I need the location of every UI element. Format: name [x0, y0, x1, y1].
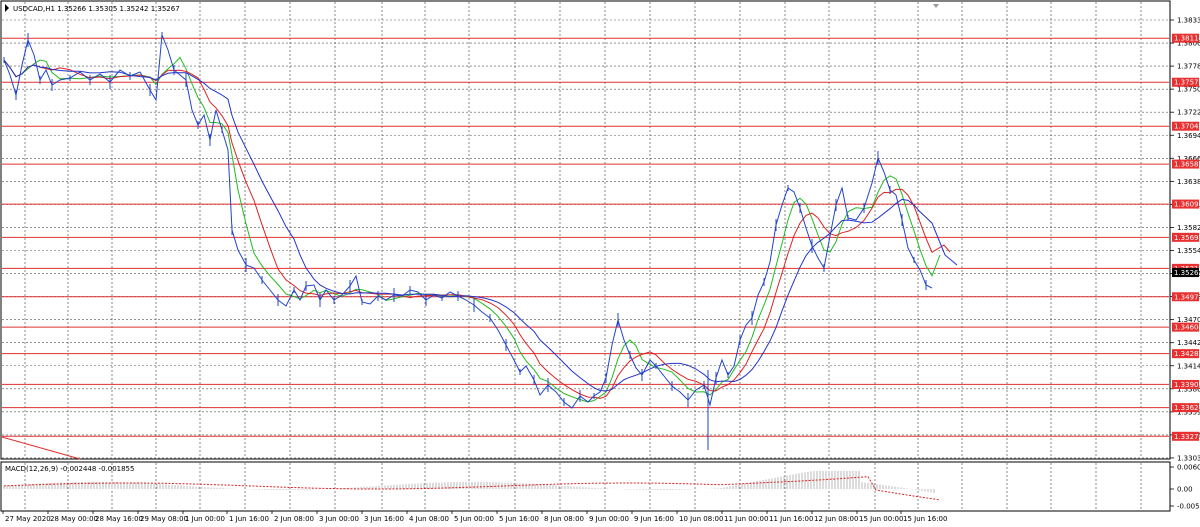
time-label: 28 May 00:00 [50, 515, 98, 523]
scale-label: 1.33030 [1177, 454, 1200, 462]
time-axis[interactable]: 27 May 2020 28 May 00:0028 May 16:0029 Ma… [2, 511, 947, 523]
scale-label: 1.38335 [1177, 17, 1200, 25]
time-label: 10 Jun 08:00 [679, 515, 723, 523]
level-label: 1.38114 [1174, 35, 1200, 43]
scale-label: 1.35825 [1177, 224, 1200, 232]
level-label: 1.33908 [1174, 381, 1200, 389]
macd-scale-label: 0.00 [1177, 486, 1193, 494]
chart-header: USDCAD,H1 1.35266 1.35305 1.35242 1.3526… [5, 4, 180, 13]
scale-label: 1.36940 [1177, 132, 1200, 140]
level-label: 1.34282 [1174, 350, 1200, 358]
level-label: 1.35695 [1174, 234, 1200, 242]
scale-label: 1.34425 [1177, 339, 1200, 347]
level-label: 1.33278 [1174, 433, 1200, 441]
scale-label: 1.34145 [1177, 362, 1200, 370]
time-label: 5 Jun 00:00 [454, 515, 494, 523]
time-label: 4 Jun 08:00 [409, 515, 449, 523]
time-label: 9 Jun 00:00 [589, 515, 629, 523]
level-label: 1.34973 [1174, 293, 1200, 301]
macd-header: MACD(12,26,9) -0.002448 -0.001855 [5, 465, 134, 473]
scale-label: 1.35545 [1177, 247, 1200, 255]
time-label: 9 Jun 16:00 [634, 515, 674, 523]
time-label: 11 Jun 16:00 [769, 515, 813, 523]
time-label: 3 Jun 00:00 [319, 515, 359, 523]
macd-panel[interactable] [0, 461, 1171, 512]
time-label: 2 Jun 08:00 [274, 515, 314, 523]
symbol-quote: USDCAD,H1 1.35266 1.35305 1.35242 1.3526… [13, 5, 180, 13]
time-label: 29 May 08:00 [140, 515, 188, 523]
time-label: 27 May 2020 [5, 515, 51, 523]
main-chart-panel[interactable] [0, 0, 1171, 460]
time-label: 1 Jun 00:00 [185, 515, 225, 523]
scale-label: 1.36380 [1177, 178, 1200, 186]
time-label: 3 Jun 16:00 [364, 515, 404, 523]
time-label: 15 Jun 00:00 [859, 515, 903, 523]
trading-chart[interactable]: 1.383351.380601.377801.375001.372201.369… [0, 0, 1200, 527]
scale-label: 1.37220 [1177, 109, 1200, 117]
macd-scale: 0.006051 0.00 -0.0050 [1170, 464, 1200, 511]
macd-scale-label: -0.0050 [1177, 503, 1200, 511]
time-label: 15 Jun 16:00 [903, 515, 947, 523]
time-label: 5 Jun 16:00 [499, 515, 539, 523]
scale-label: 1.37780 [1177, 63, 1200, 71]
level-label: 1.33626 [1174, 404, 1200, 412]
scale-label: 1.37500 [1177, 86, 1200, 94]
macd-scale-label: 0.006051 [1177, 464, 1200, 472]
time-label: 1 Jun 16:00 [229, 515, 269, 523]
level-label: 1.36099 [1174, 201, 1200, 209]
level-labels: 1.38114 1.37579 1.37045 1.36585 1.36099 1.356… [1172, 33, 1200, 441]
current-price-label: 1.35267 [1174, 269, 1200, 277]
time-label: 28 May 16:00 [95, 515, 143, 523]
time-label: 8 Jun 08:00 [544, 515, 584, 523]
level-label: 1.34604 [1174, 324, 1200, 332]
level-label: 1.36585 [1174, 161, 1200, 169]
level-label: 1.37045 [1174, 123, 1200, 131]
time-label: 12 Jun 08:00 [814, 515, 858, 523]
level-label: 1.37579 [1174, 79, 1200, 87]
time-label: 11 Jun 00:00 [724, 515, 768, 523]
